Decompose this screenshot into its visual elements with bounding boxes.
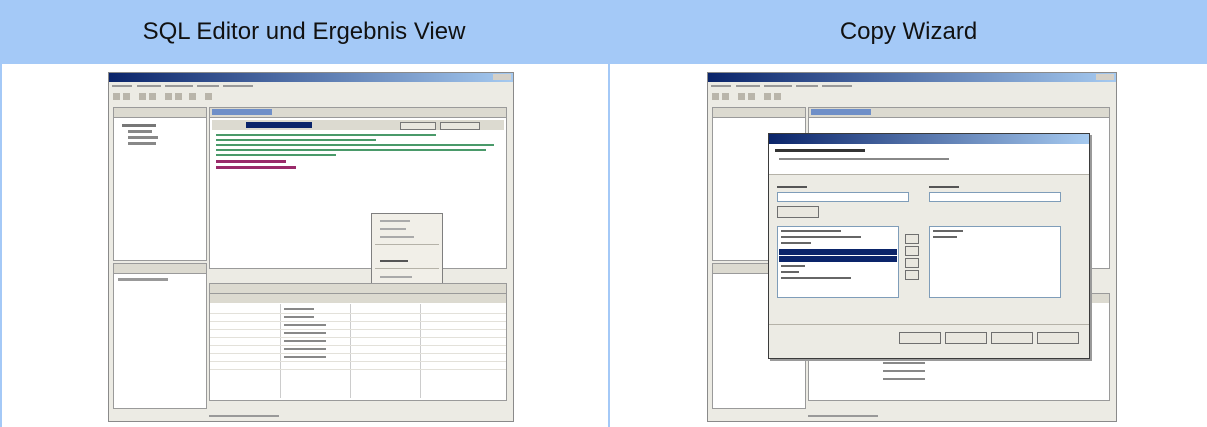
copy-wizard-screenshot: [707, 72, 1117, 422]
header-copy-wizard: Copy Wizard: [839, 18, 978, 45]
sql-editor-screenshot: [108, 72, 514, 422]
header-sql-editor: SQL Editor und Ergebnis View: [142, 18, 466, 45]
header-row: SQL Editor und Ergebnis View Copy Wizard: [0, 0, 1207, 64]
copy-wizard-dialog: [768, 133, 1090, 359]
